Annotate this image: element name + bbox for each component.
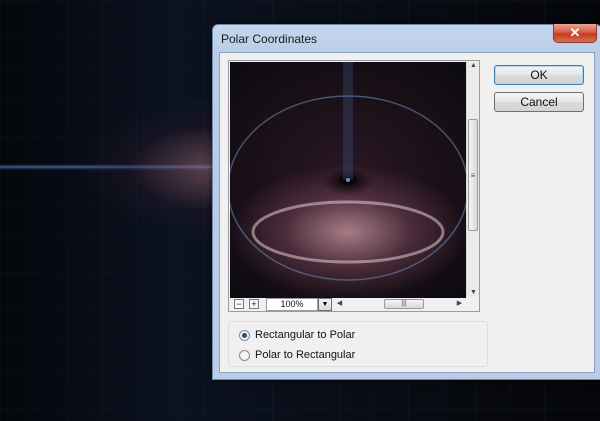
minus-icon: − — [236, 299, 242, 309]
option-polar-to-rectangular[interactable]: Polar to Rectangular — [239, 348, 355, 362]
polar-coordinates-dialog: Polar Coordinates ✕ ▲ ≡ ▼ − + 100% ▼ ◀ |… — [212, 24, 600, 380]
chevron-down-icon: ▼ — [321, 301, 329, 308]
radio-button-selected[interactable] — [239, 329, 250, 341]
preview-image-drawing — [230, 62, 466, 281]
preview-panel: ▲ ≡ ▼ − + 100% ▼ ◀ ||| ▶ — [228, 60, 480, 312]
preview-horizontal-scrollbar[interactable]: ◀ ||| ▶ — [336, 299, 466, 311]
grip-icon: ||| — [401, 300, 407, 307]
scroll-right-icon[interactable]: ▶ — [453, 299, 466, 307]
option-label: Polar to Rectangular — [255, 349, 356, 361]
grip-icon: ≡ — [470, 170, 476, 180]
conversion-options-group: Rectangular to Polar Polar to Rectangula… — [228, 321, 488, 367]
radio-dot-icon — [242, 332, 247, 338]
zoom-in-button[interactable]: + — [249, 299, 259, 309]
zoom-level-field[interactable]: 100% — [266, 298, 318, 311]
option-label: Rectangular to Polar — [255, 329, 356, 341]
zoom-out-button[interactable]: − — [234, 299, 244, 309]
plus-icon: + — [251, 299, 257, 309]
zoom-dropdown-button[interactable]: ▼ — [318, 298, 332, 311]
vertical-scroll-thumb[interactable]: ≡ — [468, 119, 478, 231]
dialog-title: Polar Coordinates — [221, 32, 318, 46]
preview-image[interactable] — [230, 62, 466, 298]
radio-button[interactable] — [239, 349, 250, 361]
scroll-down-icon[interactable]: ▼ — [467, 289, 480, 296]
preview-vertical-scrollbar[interactable]: ▲ ≡ ▼ — [466, 61, 479, 297]
dialog-client-area: ▲ ≡ ▼ − + 100% ▼ ◀ ||| ▶ OK Cancel Recta… — [219, 52, 595, 373]
close-button[interactable]: ✕ — [553, 24, 597, 43]
horizontal-scroll-thumb[interactable]: ||| — [384, 299, 424, 309]
dialog-titlebar[interactable]: Polar Coordinates ✕ — [213, 24, 600, 51]
cancel-button[interactable]: Cancel — [494, 92, 584, 112]
option-rectangular-to-polar[interactable]: Rectangular to Polar — [239, 328, 355, 342]
scroll-left-icon[interactable]: ◀ — [333, 299, 346, 307]
ok-button[interactable]: OK — [494, 65, 584, 85]
close-icon: ✕ — [569, 25, 581, 40]
zoom-bar: − + 100% ▼ ◀ ||| ▶ — [230, 298, 466, 311]
scroll-up-icon[interactable]: ▲ — [467, 62, 480, 69]
